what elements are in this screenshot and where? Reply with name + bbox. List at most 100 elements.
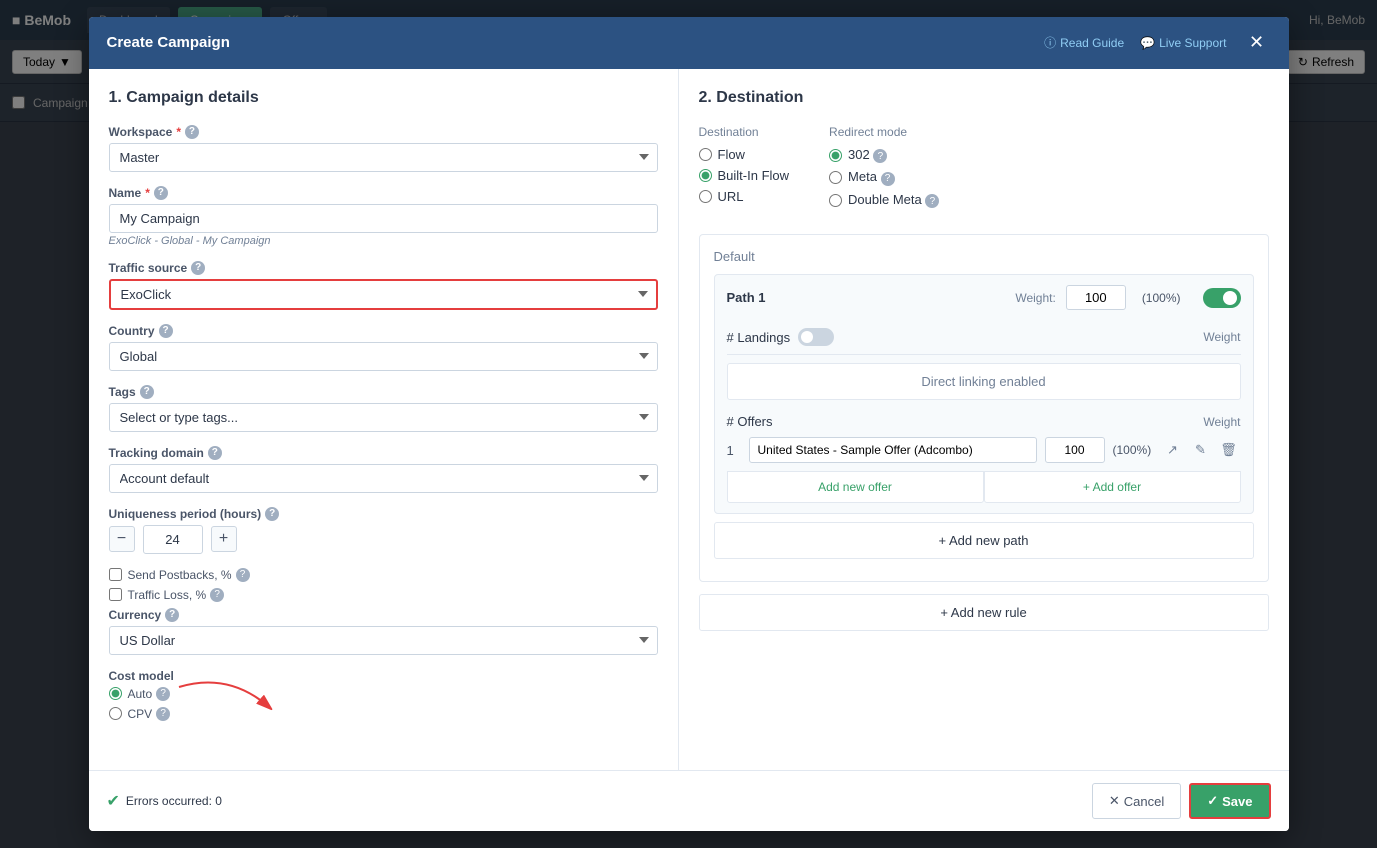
add-offer-row: Add new offer + Add offer bbox=[727, 471, 1241, 503]
cost-auto-help-icon[interactable]: ? bbox=[156, 687, 170, 701]
add-new-offer-button[interactable]: Add new offer bbox=[727, 471, 984, 503]
landings-toggle[interactable] bbox=[798, 328, 834, 346]
traffic-loss-row: Traffic Loss, % ? bbox=[109, 588, 658, 602]
tracking-domain-help-icon[interactable]: ? bbox=[208, 446, 222, 460]
save-button[interactable]: ✓ Save bbox=[1189, 783, 1270, 819]
r302-radio[interactable] bbox=[829, 149, 842, 162]
country-help-icon[interactable]: ? bbox=[159, 324, 173, 338]
offer-weight-input[interactable] bbox=[1045, 437, 1105, 463]
modal-close-button[interactable]: ✕ bbox=[1243, 29, 1271, 57]
path1-label: Path 1 bbox=[727, 290, 766, 305]
offers-label: # Offers bbox=[727, 414, 773, 429]
traffic-source-help-icon[interactable]: ? bbox=[191, 261, 205, 275]
guide-icon: ⓘ bbox=[1044, 34, 1056, 51]
path-weight-input[interactable] bbox=[1066, 285, 1126, 310]
country-group: Country ? Global bbox=[109, 324, 658, 371]
read-guide-link[interactable]: ⓘ Read Guide bbox=[1044, 34, 1124, 51]
meta-radio[interactable] bbox=[829, 171, 842, 184]
path1-row: Path 1 Weight: (100%) # Landings bbox=[714, 274, 1254, 514]
double-meta-help-icon[interactable]: ? bbox=[925, 194, 939, 208]
send-postbacks-checkbox[interactable] bbox=[109, 568, 122, 581]
uniqueness-decrement[interactable]: − bbox=[109, 526, 135, 552]
built-in-flow-option: Built-In Flow bbox=[699, 168, 790, 183]
tags-select[interactable]: Select or type tags... bbox=[109, 403, 658, 432]
offer-edit-button[interactable]: ✎ bbox=[1189, 438, 1213, 462]
add-new-path-button[interactable]: + Add new path bbox=[714, 522, 1254, 559]
offers-weight-col: Weight bbox=[1203, 415, 1240, 429]
url-radio[interactable] bbox=[699, 190, 712, 203]
cost-model-group: Cost model Auto ? bbox=[109, 669, 658, 721]
traffic-source-group: Traffic source ? ExoClick bbox=[109, 261, 658, 310]
uniqueness-help-icon[interactable]: ? bbox=[265, 507, 279, 521]
built-in-flow-radio[interactable] bbox=[699, 169, 712, 182]
chat-icon: 💬 bbox=[1140, 36, 1155, 50]
flow-radio[interactable] bbox=[699, 148, 712, 161]
double-meta-label: Double Meta ? bbox=[848, 192, 939, 209]
tracking-domain-select[interactable]: Account default bbox=[109, 464, 658, 493]
name-input[interactable]: My Campaign bbox=[109, 204, 658, 233]
flow-option: Flow bbox=[699, 147, 790, 162]
traffic-loss-help-icon[interactable]: ? bbox=[210, 588, 224, 602]
name-hint: ExoClick - Global - My Campaign bbox=[109, 235, 658, 247]
cancel-icon: ✕ bbox=[1109, 793, 1120, 809]
workspace-group: Workspace * ? Master bbox=[109, 125, 658, 172]
offer-pct: (100%) bbox=[1113, 443, 1153, 457]
currency-label: Currency bbox=[109, 608, 162, 622]
landings-label: # Landings bbox=[727, 330, 791, 345]
traffic-source-label: Traffic source bbox=[109, 261, 188, 275]
path-toggle[interactable] bbox=[1203, 288, 1241, 308]
add-new-rule-button[interactable]: + Add new rule bbox=[699, 594, 1269, 631]
meta-label: Meta ? bbox=[848, 169, 895, 186]
tags-group: Tags ? Select or type tags... bbox=[109, 385, 658, 432]
tracking-domain-group: Tracking domain ? Account default bbox=[109, 446, 658, 493]
error-check-icon: ✔ bbox=[107, 791, 120, 811]
redirect-mode-group: Redirect mode 302 ? Meta bbox=[829, 125, 939, 215]
weight-label: Weight: bbox=[1015, 291, 1055, 305]
uniqueness-input[interactable] bbox=[143, 525, 203, 554]
cost-cpv-help-icon[interactable]: ? bbox=[156, 707, 170, 721]
landings-row: # Landings Weight bbox=[727, 320, 1241, 355]
r302-option: 302 ? bbox=[829, 147, 939, 164]
modal-footer: ✔ Errors occurred: 0 ✕ Cancel ✓ Save bbox=[89, 770, 1289, 831]
path-weight-pct: (100%) bbox=[1142, 291, 1181, 305]
live-support-link[interactable]: 💬 Live Support bbox=[1140, 36, 1226, 50]
traffic-loss-checkbox[interactable] bbox=[109, 588, 122, 601]
meta-help-icon[interactable]: ? bbox=[881, 172, 895, 186]
flow-label: Flow bbox=[718, 147, 745, 162]
currency-select[interactable]: US Dollar bbox=[109, 626, 658, 655]
tags-help-icon[interactable]: ? bbox=[140, 385, 154, 399]
double-meta-radio[interactable] bbox=[829, 194, 842, 207]
uniqueness-group: Uniqueness period (hours) ? − + bbox=[109, 507, 658, 554]
uniqueness-increment[interactable]: + bbox=[211, 526, 237, 552]
built-in-flow-label: Built-In Flow bbox=[718, 168, 790, 183]
cost-auto-radio[interactable] bbox=[109, 687, 122, 700]
offer-open-button[interactable]: ↗ bbox=[1161, 438, 1185, 462]
redirect-mode-title: Redirect mode bbox=[829, 125, 939, 139]
send-postbacks-row: Send Postbacks, % ? bbox=[109, 568, 658, 582]
currency-help-icon[interactable]: ? bbox=[165, 608, 179, 622]
modal-title: Create Campaign bbox=[107, 34, 230, 51]
workspace-label: Workspace bbox=[109, 125, 173, 139]
country-select[interactable]: Global bbox=[109, 342, 658, 371]
default-label: Default bbox=[714, 249, 1254, 264]
name-required: * bbox=[145, 186, 150, 200]
uniqueness-label: Uniqueness period (hours) bbox=[109, 507, 262, 521]
traffic-source-select[interactable]: ExoClick bbox=[109, 279, 658, 310]
url-option: URL bbox=[699, 189, 790, 204]
offer-delete-button[interactable]: 🗑 bbox=[1217, 438, 1241, 462]
modal-overlay: Create Campaign ⓘ Read Guide 💬 Live Supp… bbox=[0, 0, 1377, 848]
workspace-required: * bbox=[176, 125, 181, 139]
cost-model-label: Cost model bbox=[109, 669, 174, 683]
offer-select[interactable]: United States - Sample Offer (Adcombo) bbox=[749, 437, 1037, 463]
postbacks-help-icon[interactable]: ? bbox=[236, 568, 250, 582]
workspace-help-icon[interactable]: ? bbox=[185, 125, 199, 139]
add-offer-button[interactable]: + Add offer bbox=[984, 471, 1241, 503]
cancel-button[interactable]: ✕ Cancel bbox=[1092, 783, 1181, 819]
name-help-icon[interactable]: ? bbox=[154, 186, 168, 200]
direct-linking-box: Direct linking enabled bbox=[727, 363, 1241, 400]
workspace-select[interactable]: Master bbox=[109, 143, 658, 172]
errors-info: ✔ Errors occurred: 0 bbox=[107, 791, 222, 811]
cancel-label: Cancel bbox=[1124, 794, 1164, 809]
cost-cpv-radio[interactable] bbox=[109, 707, 122, 720]
r302-help-icon[interactable]: ? bbox=[873, 149, 887, 163]
